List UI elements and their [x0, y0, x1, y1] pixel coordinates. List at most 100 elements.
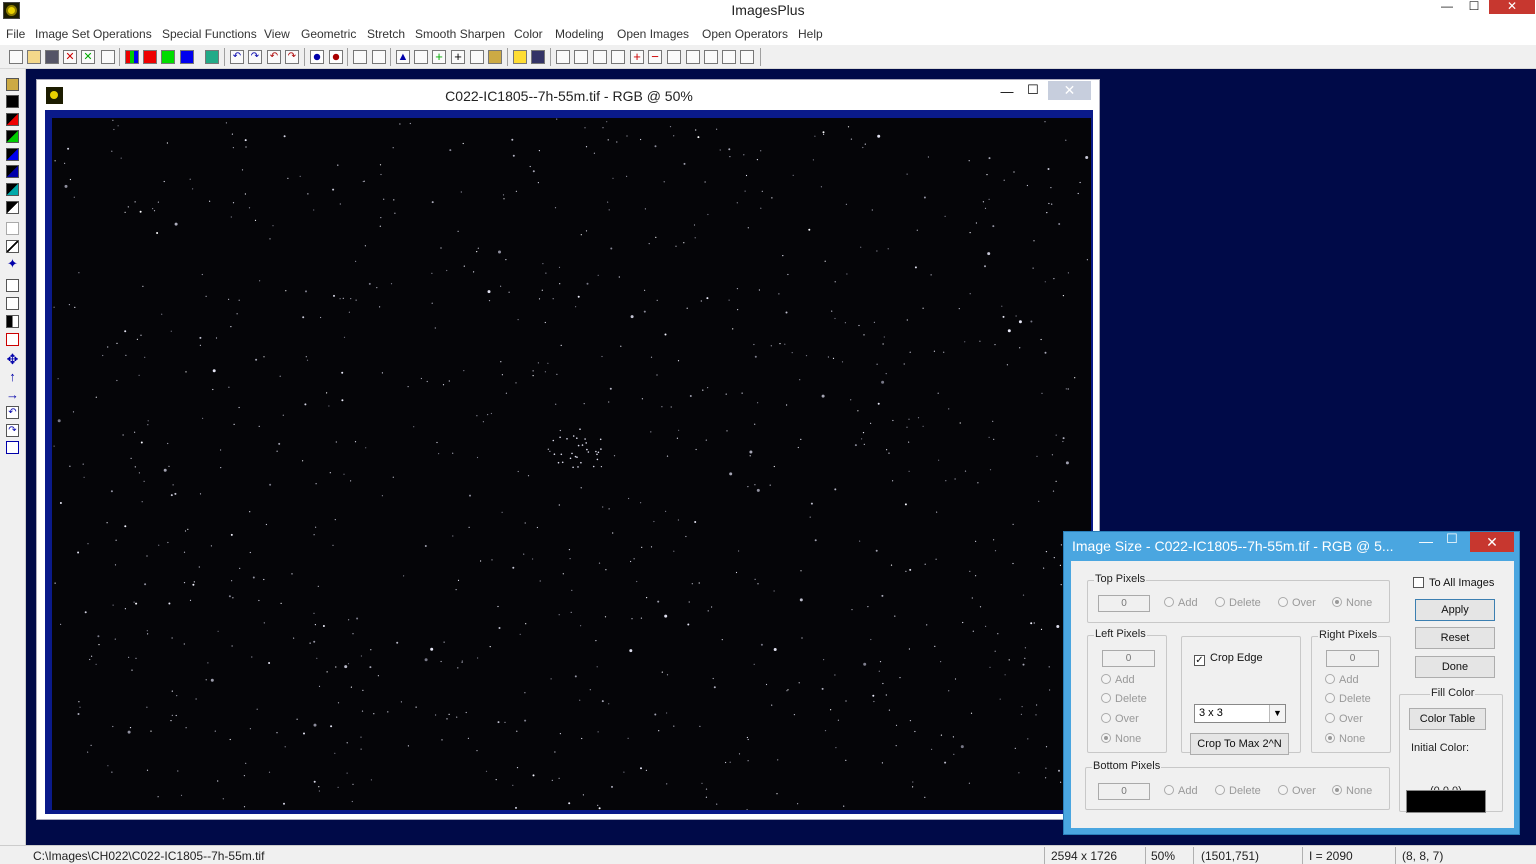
tool-move-icon[interactable]: ✥ — [6, 352, 19, 366]
right-none-radio[interactable]: None — [1325, 733, 1365, 745]
tool-rotate-right-icon[interactable]: ↷ — [6, 424, 19, 437]
bottom-pixels-input[interactable]: 0 — [1098, 783, 1150, 800]
tool-blue-icon[interactable] — [6, 148, 19, 161]
top-delete-radio[interactable]: Delete — [1215, 597, 1261, 609]
dialog-maximize-button[interactable]: ☐ — [1442, 531, 1462, 547]
tool-list-icon[interactable] — [6, 297, 19, 310]
frame-5-icon[interactable] — [740, 50, 754, 64]
image-window-close-button[interactable]: ✕ — [1048, 81, 1091, 100]
tool-star-icon[interactable]: ✦ — [6, 257, 19, 271]
tool-mask-icon[interactable] — [6, 201, 19, 214]
zoom-actual-icon[interactable] — [611, 50, 625, 64]
image-properties-icon[interactable] — [488, 50, 502, 64]
fill-color-swatch[interactable] — [1406, 790, 1486, 813]
rgb-channels-icon[interactable] — [125, 50, 139, 64]
mountain-icon[interactable]: ▲ — [396, 50, 410, 64]
menu-special-functions[interactable]: Special Functions — [162, 27, 257, 41]
red-channel-icon[interactable] — [143, 50, 157, 64]
left-none-radio[interactable]: None — [1101, 733, 1141, 745]
new-file-icon[interactable] — [9, 50, 23, 64]
done-button[interactable]: Done — [1415, 656, 1495, 678]
redo-icon[interactable]: ↷ — [248, 50, 262, 64]
undo-icon[interactable]: ↶ — [230, 50, 244, 64]
to-all-images-checkbox[interactable]: To All Images — [1413, 577, 1494, 589]
zoom-fit-icon[interactable] — [593, 50, 607, 64]
grid-icon[interactable] — [470, 50, 484, 64]
minimize-button[interactable]: — — [1434, 0, 1460, 14]
menu-image-set-operations[interactable]: Image Set Operations — [35, 27, 152, 41]
maximize-button[interactable]: ☐ — [1461, 0, 1487, 14]
histogram-icon[interactable] — [205, 50, 219, 64]
apply-button[interactable]: Apply — [1415, 599, 1495, 621]
crop-edge-checkbox[interactable]: ✓ Crop Edge — [1194, 652, 1263, 666]
tool-green-icon[interactable] — [6, 130, 19, 143]
frame-icon[interactable] — [667, 50, 681, 64]
frame-3-icon[interactable] — [704, 50, 718, 64]
green-channel-icon[interactable] — [161, 50, 175, 64]
right-add-radio[interactable]: Add — [1325, 674, 1359, 686]
add-icon[interactable]: + — [432, 50, 446, 64]
menu-file[interactable]: File — [6, 27, 25, 41]
tool-color-icon[interactable] — [6, 222, 19, 235]
top-pixels-input[interactable]: 0 — [1098, 595, 1150, 612]
star-mask-icon[interactable] — [329, 50, 343, 64]
tool-line-icon[interactable] — [6, 240, 19, 253]
chevron-down-icon[interactable]: ▼ — [1269, 705, 1285, 722]
dialog-close-button[interactable]: ✕ — [1470, 532, 1514, 552]
zoom-plus-icon[interactable]: + — [630, 50, 644, 64]
dialog-minimize-button[interactable]: — — [1416, 533, 1436, 549]
star-select-icon[interactable] — [310, 50, 324, 64]
left-pixels-input[interactable]: 0 — [1102, 650, 1155, 667]
right-pixels-input[interactable]: 0 — [1326, 650, 1379, 667]
print-icon[interactable] — [101, 50, 115, 64]
menu-geometric[interactable]: Geometric — [301, 27, 356, 41]
tool-save-icon[interactable] — [6, 78, 19, 91]
close-all-icon[interactable]: ✕ — [81, 50, 95, 64]
star-field-image[interactable] — [52, 118, 1091, 810]
image-window[interactable]: C022-IC1805--7h-55m.tif - RGB @ 50% — ☐ … — [36, 79, 1100, 820]
dotted-line-icon[interactable] — [353, 50, 367, 64]
crop-to-max-button[interactable]: Crop To Max 2^N — [1190, 733, 1289, 755]
menu-open-images[interactable]: Open Images — [617, 27, 689, 41]
open-folder-icon[interactable] — [27, 50, 41, 64]
color-table-button[interactable]: Color Table — [1409, 708, 1486, 730]
crop-edge-select[interactable]: 3 x 3 ▼ — [1194, 704, 1286, 723]
tool-cyan-icon[interactable] — [6, 183, 19, 196]
right-delete-radio[interactable]: Delete — [1325, 693, 1371, 705]
close-button[interactable]: ✕ — [1489, 0, 1535, 14]
matrix-icon[interactable] — [531, 50, 545, 64]
redo-all-icon[interactable]: ↷ — [285, 50, 299, 64]
bottom-over-radio[interactable]: Over — [1278, 785, 1316, 797]
crosshair-icon[interactable]: + — [451, 50, 465, 64]
tool-crop-icon[interactable] — [6, 333, 19, 346]
image-window-minimize-button[interactable]: — — [997, 84, 1017, 99]
undo-all-icon[interactable]: ↶ — [267, 50, 281, 64]
frame-2-icon[interactable] — [686, 50, 700, 64]
save-icon[interactable] — [45, 50, 59, 64]
tool-contrast-icon[interactable] — [6, 315, 19, 328]
left-over-radio[interactable]: Over — [1101, 713, 1139, 725]
frame-4-icon[interactable] — [722, 50, 736, 64]
menu-help[interactable]: Help — [798, 27, 823, 41]
tool-select-icon[interactable] — [6, 279, 19, 292]
scatter-plot-icon[interactable] — [372, 50, 386, 64]
reset-button[interactable]: Reset — [1415, 627, 1495, 649]
curve-icon[interactable] — [414, 50, 428, 64]
menu-smooth-sharpen[interactable]: Smooth Sharpen — [415, 27, 505, 41]
top-over-radio[interactable]: Over — [1278, 597, 1316, 609]
menu-modeling[interactable]: Modeling — [555, 27, 604, 41]
pencil-icon[interactable] — [513, 50, 527, 64]
bottom-add-radio[interactable]: Add — [1164, 785, 1198, 797]
menu-open-operators[interactable]: Open Operators — [702, 27, 788, 41]
tool-copy-icon[interactable] — [6, 441, 19, 454]
tool-black-icon[interactable] — [6, 95, 19, 108]
zoom-out-icon[interactable] — [574, 50, 588, 64]
zoom-minus-icon[interactable]: − — [648, 50, 662, 64]
right-over-radio[interactable]: Over — [1325, 713, 1363, 725]
menu-color[interactable]: Color — [514, 27, 543, 41]
tool-right-arrow-icon[interactable]: → — [6, 388, 19, 402]
tool-navy-icon[interactable] — [6, 165, 19, 178]
left-delete-radio[interactable]: Delete — [1101, 693, 1147, 705]
bottom-none-radio[interactable]: None — [1332, 785, 1372, 797]
close-image-icon[interactable]: ✕ — [63, 50, 77, 64]
